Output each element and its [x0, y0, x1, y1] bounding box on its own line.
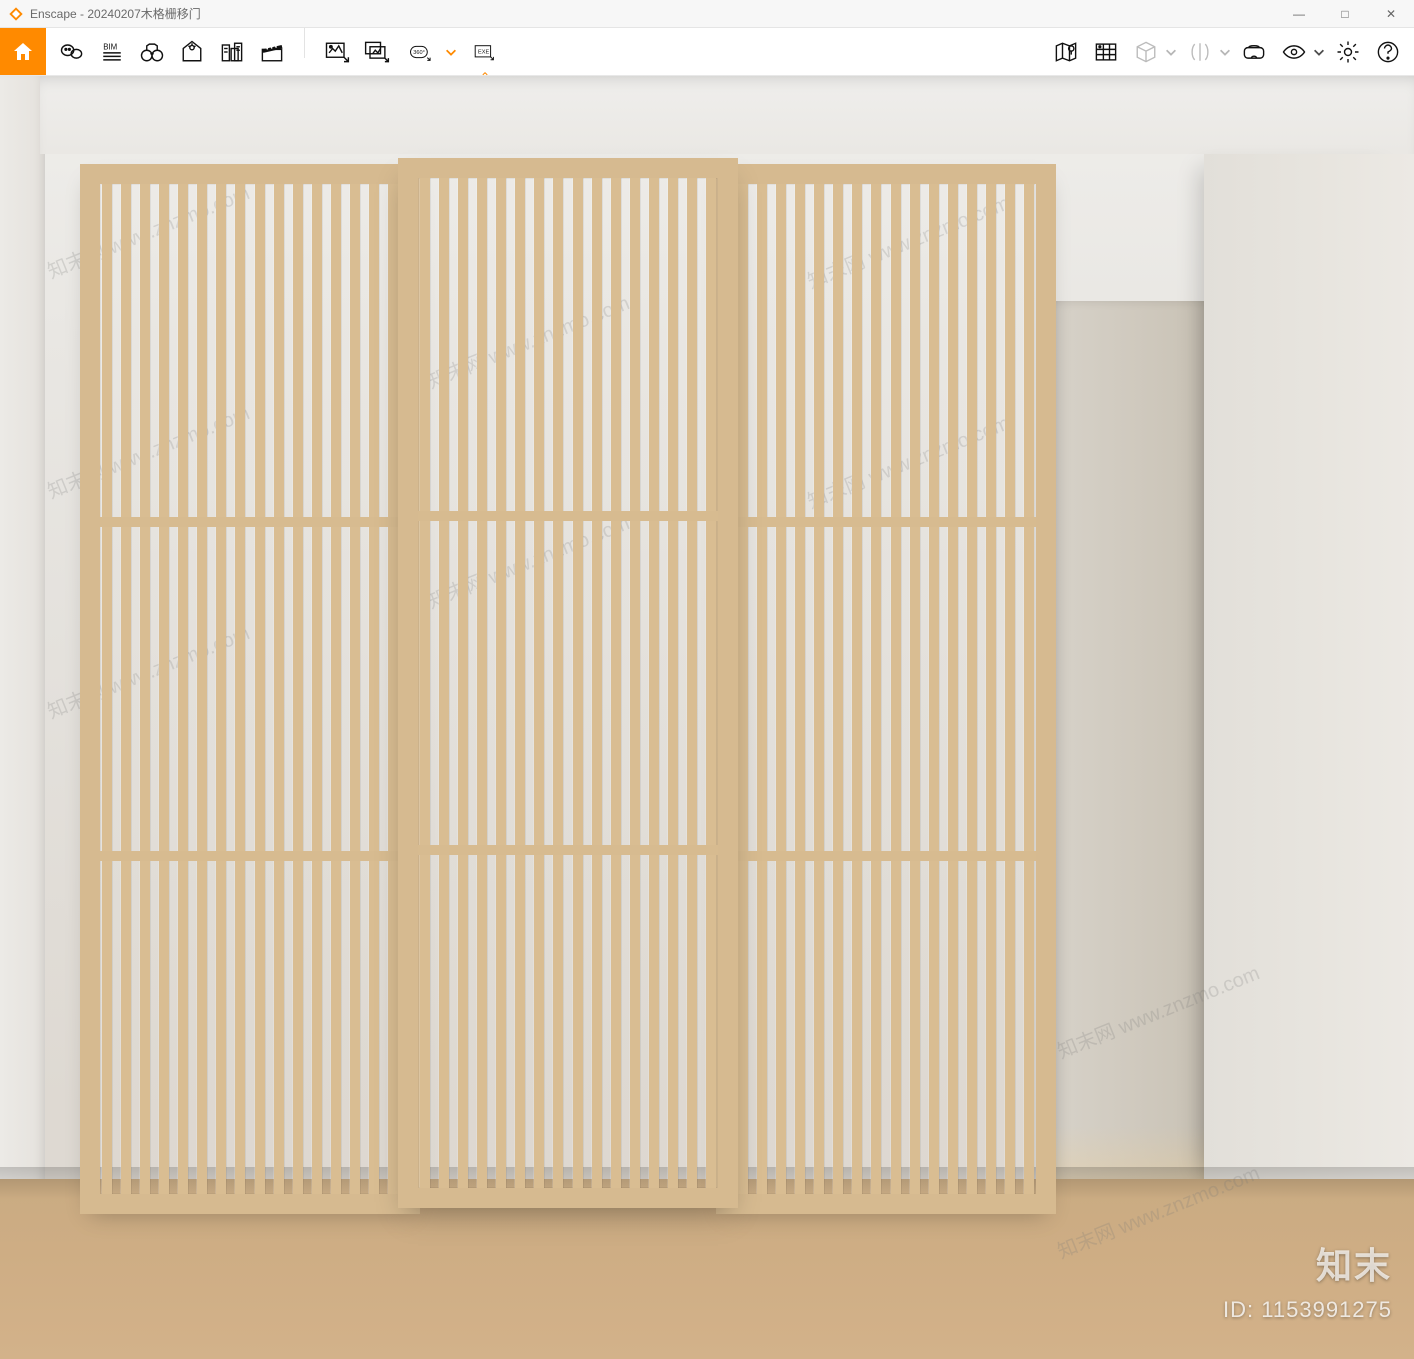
screenshot-icon[interactable]	[317, 30, 357, 74]
visibility-icon[interactable]	[1274, 30, 1314, 74]
site-context-icon[interactable]	[212, 30, 252, 74]
door-panel-3	[716, 164, 1056, 1214]
svg-text:EXE: EXE	[478, 49, 489, 55]
compare-icon[interactable]	[1180, 30, 1220, 74]
door-panel-1	[80, 164, 420, 1214]
bim-icon[interactable]: BIM	[92, 30, 132, 74]
titlebar: Enscape - 20240207木格栅移门 — □ ✕	[0, 0, 1414, 28]
map-icon[interactable]	[1046, 30, 1086, 74]
pano-dropdown[interactable]	[445, 30, 461, 74]
compare-dropdown[interactable]	[1220, 30, 1234, 74]
batch-render-icon[interactable]	[357, 30, 397, 74]
minimize-button[interactable]: —	[1276, 0, 1322, 28]
maximize-button[interactable]: □	[1322, 0, 1368, 28]
clapper-icon[interactable]	[252, 30, 292, 74]
help-icon[interactable]	[1368, 30, 1408, 74]
toolbar: BIM 360° EXE ⌃	[0, 28, 1414, 76]
exe-export-icon[interactable]: EXE ⌃	[461, 30, 509, 74]
issues-icon[interactable]	[52, 30, 92, 74]
close-button[interactable]: ✕	[1368, 0, 1414, 28]
asset-library-icon[interactable]	[1086, 30, 1126, 74]
watermark-id: ID: 1153991275	[1223, 1297, 1392, 1323]
scene-ceiling	[40, 76, 1414, 154]
pano-360-icon[interactable]: 360°	[397, 30, 445, 74]
settings-icon[interactable]	[1328, 30, 1368, 74]
app-title: Enscape - 20240207木格栅移门	[30, 5, 201, 22]
watermark-brand: 知末	[1316, 1237, 1392, 1289]
binoculars-icon[interactable]	[132, 30, 172, 74]
svg-text:360°: 360°	[413, 50, 425, 56]
vr-headset-icon[interactable]	[1234, 30, 1274, 74]
cube-icon[interactable]	[1126, 30, 1166, 74]
toolbar-separator	[304, 28, 305, 58]
sun-study-icon[interactable]	[172, 30, 212, 74]
cube-dropdown[interactable]	[1166, 30, 1180, 74]
scene-opening	[1048, 301, 1208, 1186]
scene-wall-right	[1204, 154, 1414, 1184]
visibility-dropdown[interactable]	[1314, 30, 1328, 74]
door-panel-2	[398, 158, 738, 1208]
svg-text:BIM: BIM	[103, 42, 117, 51]
enscape-logo-icon	[8, 6, 24, 22]
render-viewport[interactable]: 知末网 www.znzmo.com 知末网 www.znzmo.com 知末网 …	[0, 76, 1414, 1359]
home-button[interactable]	[0, 28, 46, 75]
